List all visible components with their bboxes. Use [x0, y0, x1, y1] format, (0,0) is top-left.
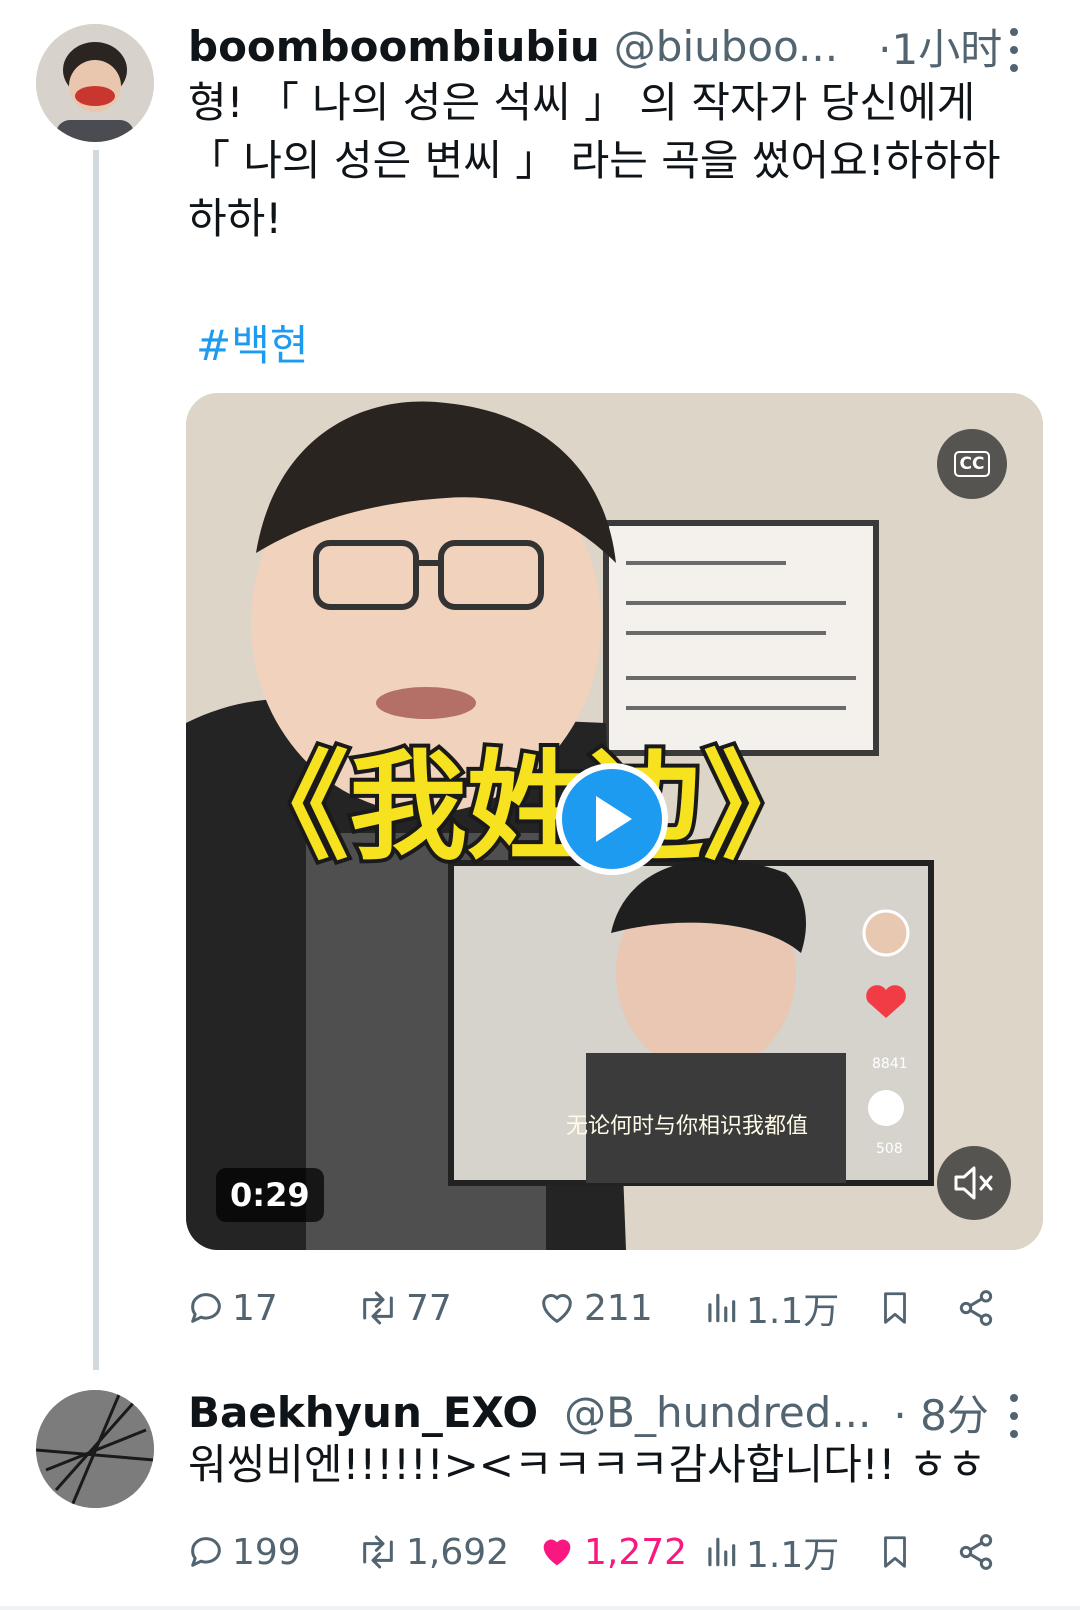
reply-button[interactable]: 17 — [186, 1278, 278, 1338]
display-name[interactable]: Baekhyun_EXO — [188, 1388, 538, 1437]
more-options-icon[interactable] — [1008, 28, 1020, 72]
svg-text:《我姓边》: 《我姓边》 — [231, 738, 821, 876]
bookmark-button[interactable] — [876, 1522, 914, 1582]
user-handle[interactable]: @biuboo... — [614, 22, 838, 71]
captions-button[interactable]: CC — [937, 429, 1007, 499]
like-count: 211 — [584, 1287, 653, 1329]
share-icon — [959, 1290, 993, 1326]
hashtag-link[interactable]: #백현 — [196, 312, 308, 373]
display-name[interactable]: boomboombiubiu — [188, 22, 600, 71]
views-button[interactable]: 1.1万 — [702, 1522, 839, 1582]
avatar-boomboombiubiu[interactable] — [36, 24, 154, 142]
tweet-text: 형! 「 나의 성은 석씨 」 의 작자가 당신에게 「 나의 성은 변씨 」 … — [188, 74, 1028, 248]
heart-icon — [542, 1294, 572, 1323]
timestamp[interactable]: · 8分 — [893, 1382, 988, 1443]
captions-label: CC — [953, 451, 991, 477]
retweet-count: 1,692 — [406, 1531, 510, 1573]
tweet-text-line: 하하! — [188, 194, 283, 243]
share-button[interactable] — [956, 1278, 996, 1338]
reply-count: 199 — [232, 1531, 301, 1573]
reply-button[interactable]: 199 — [186, 1522, 301, 1582]
svg-text:8841: 8841 — [872, 1056, 908, 1072]
views-button[interactable]: 1.1万 — [702, 1278, 839, 1338]
avatar-baekhyun-exo[interactable] — [36, 1390, 154, 1508]
user-handle[interactable]: @B_hundred... — [564, 1388, 871, 1437]
views-icon — [708, 1537, 736, 1567]
divider — [0, 1606, 1080, 1610]
view-count: 1.1万 — [746, 1535, 840, 1576]
avatar-image — [36, 1390, 154, 1508]
like-button[interactable]: 211 — [536, 1278, 653, 1338]
svg-text:无论何时与你相识我都值: 无论何时与你相识我都值 — [566, 1114, 808, 1139]
retweet-count: 77 — [406, 1287, 452, 1329]
muted-speaker-icon — [954, 1166, 993, 1200]
retweet-icon — [363, 1535, 393, 1569]
avatar-image — [36, 24, 154, 142]
retweet-button[interactable]: 1,692 — [356, 1522, 509, 1582]
bookmark-icon — [884, 1536, 906, 1568]
tweet-text: 워씽비엔!!!!!!><ㅋㅋㅋㅋ감사합니다!! ㅎㅎ — [188, 1440, 987, 1489]
more-options-icon[interactable] — [1008, 1394, 1020, 1438]
share-icon — [959, 1534, 993, 1570]
tweet-header: boomboombiubiu @biuboo... ·1小时 — [188, 16, 1002, 76]
video-player[interactable]: 无论何时与你相识我都值 8841 508 《我姓边》 CC 0:29 — [186, 393, 1043, 1250]
bookmark-button[interactable] — [876, 1278, 914, 1338]
play-button[interactable] — [556, 763, 668, 875]
retweet-button[interactable]: 77 — [356, 1278, 452, 1338]
view-count: 1.1万 — [746, 1291, 840, 1332]
reply-icon — [191, 1537, 221, 1567]
tweet-header: Baekhyun_EXO @B_hundred... · 8分 — [188, 1382, 989, 1442]
like-count: 1,272 — [584, 1531, 688, 1573]
timestamp[interactable]: ·1小时 — [878, 16, 1002, 77]
reply-count: 17 — [232, 1287, 278, 1329]
tweet-action-bar: 17 77 211 1.1万 — [186, 1278, 1026, 1338]
bookmark-icon — [884, 1292, 906, 1324]
tweet-action-bar: 199 1,692 1,272 1.1万 — [186, 1522, 1026, 1582]
mute-toggle[interactable] — [937, 1146, 1011, 1220]
views-icon — [708, 1293, 736, 1323]
thread-connector-line — [93, 150, 99, 1370]
heart-filled-icon — [543, 1539, 571, 1566]
like-button[interactable]: 1,272 — [536, 1522, 687, 1582]
reply-icon — [191, 1293, 221, 1323]
video-duration: 0:29 — [216, 1168, 324, 1222]
svg-text:508: 508 — [876, 1141, 903, 1157]
retweet-icon — [363, 1291, 393, 1325]
tweet-text-line: 「 나의 성은 변씨 」 라는 곡을 썼어요!하하하 — [188, 136, 1001, 185]
share-button[interactable] — [956, 1522, 996, 1582]
tweet-text-line: 형! 「 나의 성은 석씨 」 의 작자가 당신에게 — [188, 78, 976, 127]
play-icon — [596, 796, 632, 842]
